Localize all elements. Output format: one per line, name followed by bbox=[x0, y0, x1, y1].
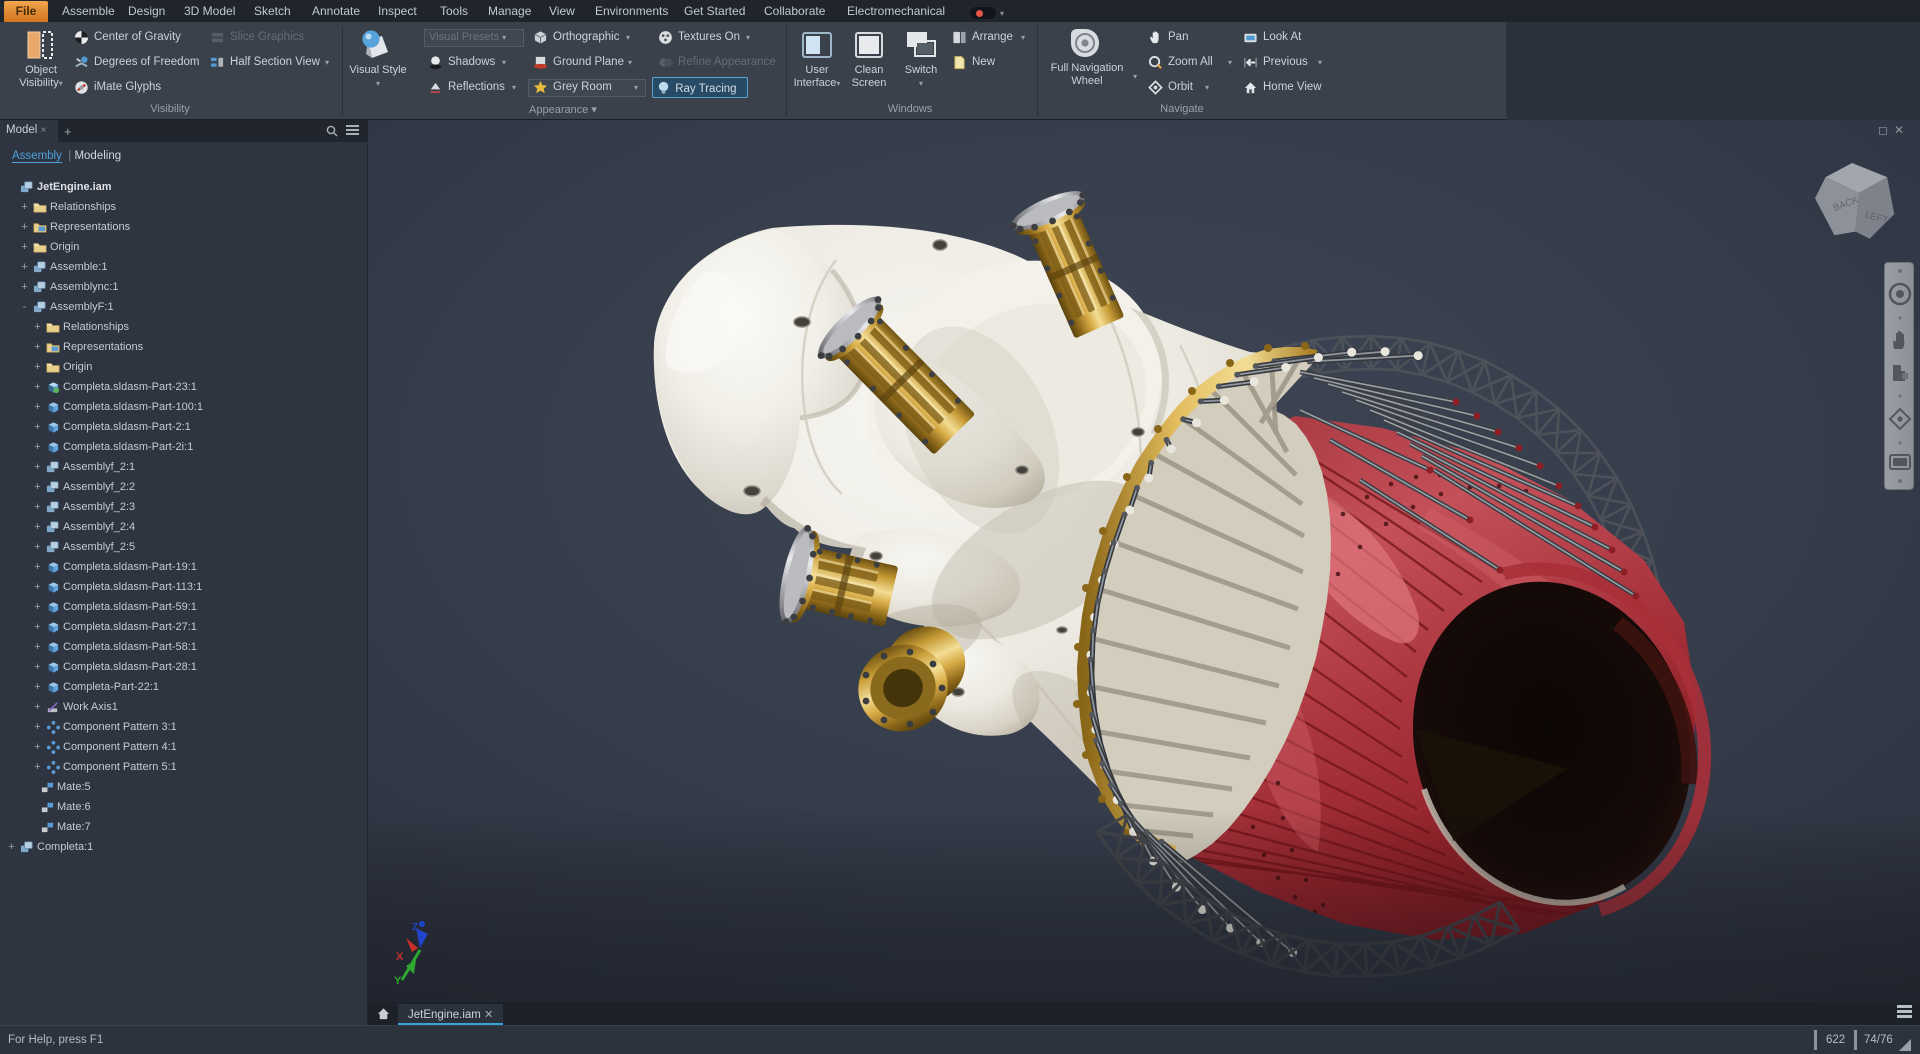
svg-text:Y: Y bbox=[394, 975, 402, 987]
svg-text:Z: Z bbox=[412, 922, 418, 933]
svg-text:X: X bbox=[396, 951, 404, 963]
